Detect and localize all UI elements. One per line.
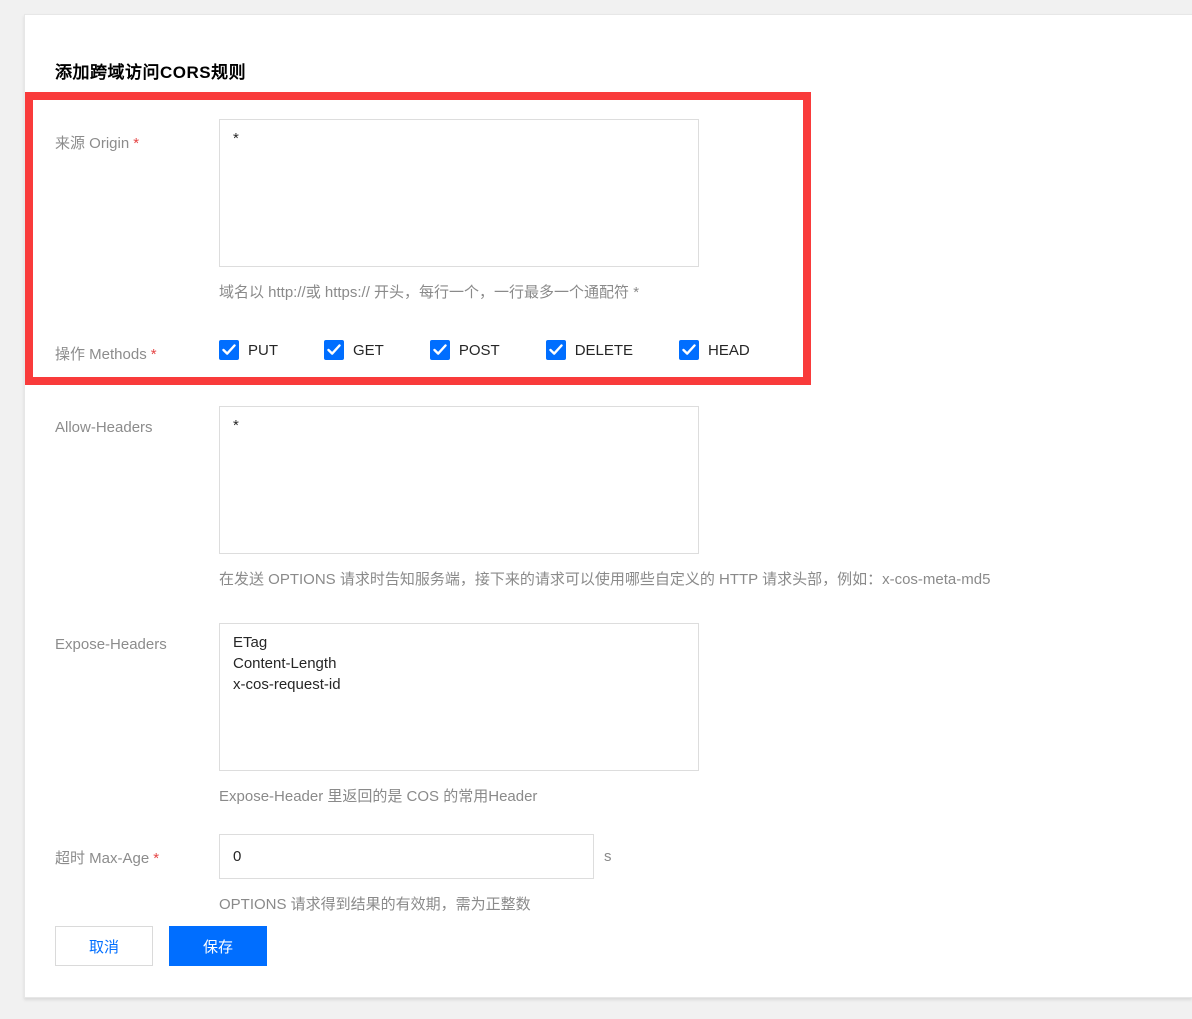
cors-rule-panel: 添加跨域访问CORS规则 来源 Origin* * 域名以 http://或 h…	[24, 14, 1192, 998]
origin-row: 来源 Origin* * 域名以 http://或 https:// 开头，每行…	[25, 119, 1192, 304]
method-checkbox-label: GET	[353, 342, 384, 359]
method-checkbox-label: POST	[459, 342, 500, 359]
checkbox-checked-icon[interactable]	[546, 340, 566, 360]
checkbox-checked-icon[interactable]	[324, 340, 344, 360]
required-asterisk: *	[151, 346, 157, 363]
expose-headers-textarea[interactable]: ETag Content-Length x-cos-request-id	[219, 623, 699, 771]
method-checkbox-item-get[interactable]: GET	[324, 340, 384, 360]
method-checkbox-label: HEAD	[708, 342, 750, 359]
max-age-input[interactable]	[219, 834, 594, 879]
method-checkbox-label: DELETE	[575, 342, 633, 359]
required-asterisk: *	[153, 850, 159, 867]
cors-form: 来源 Origin* * 域名以 http://或 https:// 开头，每行…	[25, 119, 1192, 966]
method-checkbox-item-head[interactable]: HEAD	[679, 340, 750, 360]
allow-headers-help-text: 在发送 OPTIONS 请求时告知服务端，接下来的请求可以使用哪些自定义的 HT…	[219, 569, 990, 591]
max-age-unit: s	[604, 848, 612, 865]
methods-label: 操作 Methods*	[55, 340, 219, 364]
method-checkbox-label: PUT	[248, 342, 278, 359]
method-checkbox-item-post[interactable]: POST	[430, 340, 500, 360]
save-button[interactable]: 保存	[169, 926, 267, 966]
method-checkbox-item-delete[interactable]: DELETE	[546, 340, 633, 360]
expose-headers-help-text: Expose-Header 里返回的是 COS 的常用Header	[219, 786, 699, 808]
methods-checkbox-group: PUT GET POST DELETE HEAD	[219, 340, 796, 360]
cancel-button[interactable]: 取消	[55, 926, 153, 966]
origin-help-text: 域名以 http://或 https:// 开头，每行一个，一行最多一个通配符 …	[219, 282, 699, 304]
allow-headers-textarea[interactable]: *	[219, 406, 699, 554]
origin-label: 来源 Origin*	[55, 119, 219, 153]
checkbox-checked-icon[interactable]	[219, 340, 239, 360]
checkbox-checked-icon[interactable]	[679, 340, 699, 360]
methods-row: 操作 Methods* PUT GET POST DELETE HEAD	[25, 340, 1192, 364]
expose-headers-label: Expose-Headers	[55, 623, 219, 653]
method-checkbox-item-put[interactable]: PUT	[219, 340, 278, 360]
origin-textarea[interactable]: *	[219, 119, 699, 267]
form-actions: 取消 保存	[25, 926, 1192, 966]
required-asterisk: *	[133, 135, 139, 152]
max-age-label: 超时 Max-Age*	[55, 834, 219, 868]
max-age-row: 超时 Max-Age* s OPTIONS 请求得到结果的有效期，需为正整数	[25, 834, 1192, 916]
max-age-help-text: OPTIONS 请求得到结果的有效期，需为正整数	[219, 894, 612, 916]
allow-headers-label: Allow-Headers	[55, 406, 219, 436]
allow-headers-row: Allow-Headers * 在发送 OPTIONS 请求时告知服务端，接下来…	[25, 406, 1192, 591]
checkbox-checked-icon[interactable]	[430, 340, 450, 360]
expose-headers-row: Expose-Headers ETag Content-Length x-cos…	[25, 623, 1192, 808]
page-title: 添加跨域访问CORS规则	[25, 15, 1192, 83]
